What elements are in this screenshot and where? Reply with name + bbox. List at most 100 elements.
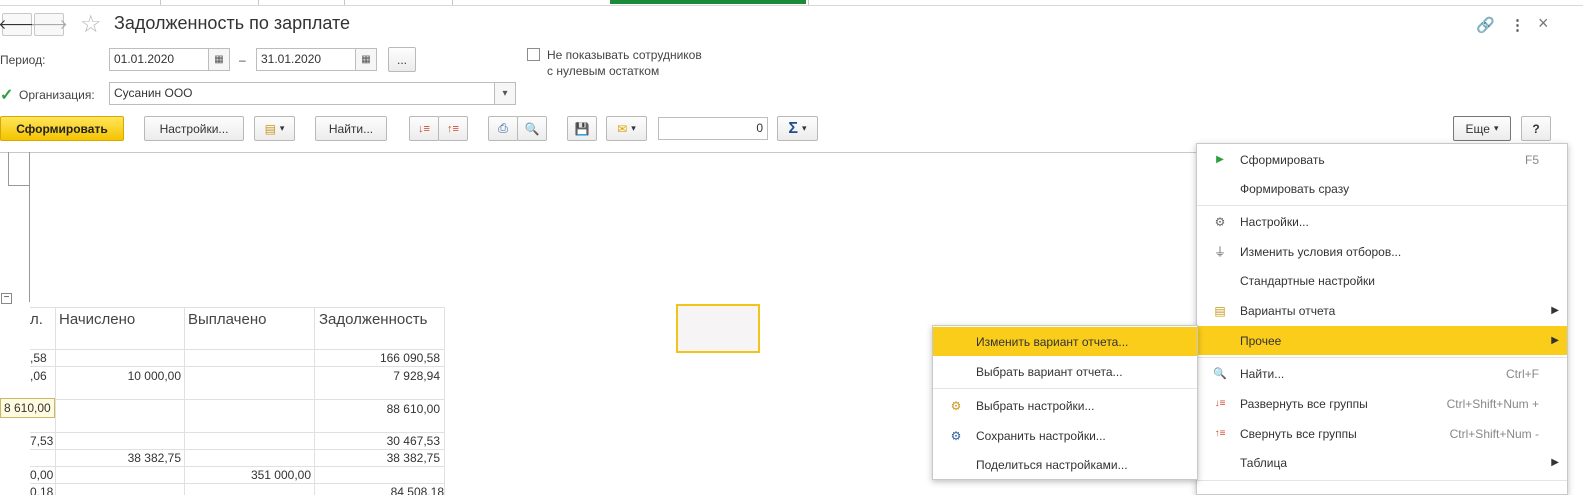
generate-button[interactable]: Сформировать [0, 116, 124, 141]
organization-input[interactable]: Сусанин ООО [109, 82, 495, 105]
send-email-button[interactable]: ✉ ▾ [606, 116, 647, 141]
help-button[interactable]: ? [1521, 116, 1551, 141]
table-cell: 84 508,18 [390, 485, 444, 495]
table-border [30, 466, 444, 467]
menu-item-label: Изменить вариант отчета... [976, 334, 1129, 349]
menu-separator [1197, 205, 1567, 206]
date-to-calendar-button[interactable]: ▦ [355, 48, 377, 71]
date-to-input[interactable]: 31.01.2020 [256, 48, 356, 71]
active-tab-indicator[interactable] [610, 0, 806, 4]
table-border [314, 307, 315, 495]
selected-cell[interactable] [676, 304, 760, 353]
collapse-groups-button[interactable]: ↑≡ [438, 116, 468, 141]
settings-button[interactable]: Настройки... [144, 116, 244, 141]
submenu-item-change-variant[interactable]: Изменить вариант отчета... [933, 327, 1197, 356]
tab-separator [160, 0, 161, 5]
table-cell: ,58 [30, 351, 47, 365]
chevron-down-icon: ▾ [279, 123, 285, 133]
zero-balance-label-line1: Не показывать сотрудников [547, 48, 702, 62]
menu-item-label: Найти... [1240, 366, 1285, 381]
menu-item-label: Таблица [1240, 455, 1288, 470]
menu-item-settings[interactable]: ⚙ Настройки... [1197, 207, 1567, 236]
report-variants-button[interactable]: ▤ ▾ [254, 116, 295, 141]
date-from-calendar-button[interactable]: ▦ [208, 48, 230, 71]
play-icon: ▶ [1216, 154, 1224, 165]
search-icon: 🔍 [1213, 368, 1227, 380]
table-cell: 351 000,00 [250, 468, 311, 482]
menu-item-label: Изменить условия отборов... [1240, 244, 1402, 259]
zero-balance-label-line2: с нулевым остатком [547, 64, 660, 78]
back-button[interactable]: 🡐 [0, 13, 36, 36]
gear-icon: ⚙ [1214, 214, 1226, 229]
collapse-groups-icon: ↑≡ [447, 122, 459, 135]
menu-item-shortcut: Ctrl+Shift+Num + [1446, 396, 1539, 411]
menu-item-find[interactable]: 🔍 Найти... Ctrl+F [1197, 359, 1567, 388]
table-border [30, 366, 444, 367]
table-row: 0,18 84 508,18 [0, 484, 450, 495]
organization-label: Организация: [19, 88, 95, 102]
link-icon[interactable]: 🔗 [1476, 16, 1495, 34]
submenu-item-choose-variant[interactable]: Выбрать вариант отчета... [933, 357, 1197, 386]
print-button[interactable]: ⎙ [488, 116, 518, 141]
chevron-down-icon: ▾ [1493, 123, 1499, 133]
organization-dropdown-button[interactable]: ▾ [494, 82, 516, 105]
menu-item-generate-immediately[interactable]: Формировать сразу [1197, 174, 1567, 203]
envelope-icon: ✉ [617, 121, 628, 136]
expand-groups-icon: ↓≡ [1214, 398, 1226, 409]
menu-item-generate[interactable]: ▶ Сформировать F5 [1197, 145, 1567, 174]
table-cell: 38 382,75 [127, 451, 181, 465]
menu-item-label: Варианты отчета [1240, 303, 1336, 318]
menu-item-collapse-groups[interactable]: ↑≡ Свернуть все группы Ctrl+Shift+Num - [1197, 419, 1567, 448]
cell-tooltip: 8 610,00 [0, 398, 55, 418]
sum-function-button[interactable]: Σ ▾ [777, 116, 818, 141]
table-border [30, 349, 444, 350]
menu-item-shortcut: Ctrl+F [1506, 366, 1539, 381]
close-icon[interactable]: × [1538, 13, 1549, 34]
table-border [30, 449, 444, 450]
table-cell: 88 610,00 [386, 402, 440, 416]
table-header-accrued: Начислено [59, 311, 136, 328]
printer-icon: ⎙ [498, 121, 508, 135]
zero-balance-checkbox[interactable] [527, 48, 540, 61]
menu-item-report-variants[interactable]: ▤ Варианты отчета ▶ [1197, 296, 1567, 325]
forward-button[interactable]: 🡒 [30, 13, 68, 36]
more-options-icon[interactable]: ⋮ [1510, 16, 1525, 34]
group-collapse-toggle[interactable]: − [1, 293, 12, 304]
page-title: Задолженность по зарплате [114, 13, 351, 33]
expand-groups-icon: ↓≡ [418, 122, 430, 135]
find-button[interactable]: Найти... [315, 116, 387, 141]
menu-item-expand-groups[interactable]: ↓≡ Развернуть все группы Ctrl+Shift+Num … [1197, 389, 1567, 418]
sum-field[interactable]: 0 [658, 117, 768, 140]
menu-item-table[interactable]: Таблица ▶ [1197, 448, 1567, 477]
table-border [30, 399, 444, 400]
menu-separator [1197, 480, 1567, 481]
favorite-star-icon[interactable]: ☆ [80, 10, 102, 39]
organization-checkbox-checked-icon[interactable]: ✓ [0, 85, 13, 105]
tab-separator [452, 0, 453, 5]
menu-item-change-filters[interactable]: ⏚ Изменить условия отборов... [1197, 237, 1567, 266]
table-header-paid: Выплачено [188, 311, 267, 328]
table-border [30, 307, 444, 308]
tab-separator [258, 0, 259, 5]
print-preview-button[interactable]: 🔍 [517, 116, 547, 141]
table-cell: 30 467,53 [386, 434, 440, 448]
save-button[interactable]: 💾 [567, 116, 597, 141]
table-header-debt: Задолженность [319, 311, 428, 328]
group-line [8, 152, 9, 186]
submenu-item-choose-settings[interactable]: ⚙ Выбрать настройки... [933, 391, 1197, 420]
table-cell: ,06 [30, 369, 47, 383]
date-from-input[interactable]: 01.01.2020 [109, 48, 209, 71]
period-choose-button[interactable]: ... [388, 47, 416, 72]
menu-item-standard-settings[interactable]: Стандартные настройки [1197, 266, 1567, 295]
table-border [30, 432, 444, 433]
tab-separator [808, 0, 809, 5]
submenu-item-share-settings[interactable]: Поделиться настройками... [933, 450, 1197, 479]
table-cell: 7,53 [30, 434, 54, 448]
report-variants-icon: ▤ [264, 121, 276, 136]
gear-icon: ⚙ [950, 398, 962, 413]
expand-groups-button[interactable]: ↓≡ [409, 116, 439, 141]
menu-item-shortcut: Ctrl+Shift+Num - [1449, 426, 1539, 441]
submenu-item-save-settings[interactable]: ⚙ Сохранить настройки... [933, 421, 1197, 450]
more-button[interactable]: Еще ▾ [1453, 116, 1511, 141]
menu-item-other[interactable]: Прочее ▶ [1197, 326, 1567, 355]
